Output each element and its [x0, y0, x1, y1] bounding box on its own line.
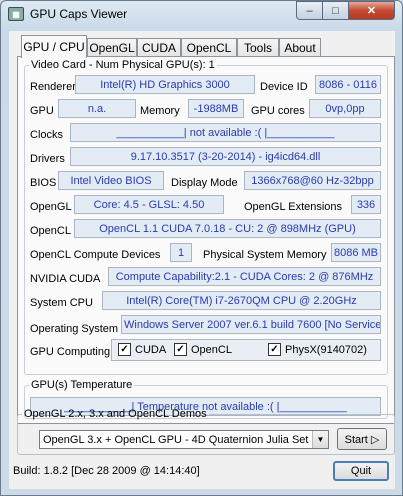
bios-value: Intel Video BIOS — [58, 171, 164, 190]
physx-check-icon: ✓ — [268, 343, 281, 356]
opencl-checkbox-label: OpenCL — [191, 343, 232, 356]
tab-tools[interactable]: Tools — [237, 38, 279, 57]
demos-legend: OpenGL 2.x, 3.x and OpenCL Demos — [24, 408, 207, 420]
physical-memory-label: Physical System Memory — [203, 249, 327, 261]
app-window: ▦ GPU Caps Viewer ‒ □ ✕ GPU / CPU OpenGL… — [0, 0, 403, 496]
memory-label: Memory — [140, 105, 180, 117]
tab-opengl[interactable]: OpenGL — [87, 38, 137, 57]
gpu-computing-label: GPU Computing — [30, 346, 111, 358]
opengl-extensions-label: OpenGL Extensions — [244, 201, 343, 213]
cuda-check-icon: ✓ — [118, 343, 131, 356]
dropdown-arrow-icon[interactable]: ▼ — [312, 431, 328, 448]
renderer-label: Renderer — [30, 81, 76, 93]
renderer-value: Intel(R) HD Graphics 3000 — [75, 75, 255, 94]
cpu-label: System CPU — [30, 297, 93, 309]
window-title: GPU Caps Viewer — [30, 7, 128, 21]
tab-about[interactable]: About — [279, 38, 321, 57]
display-mode-value: 1366x768@60 Hz-32bpp — [244, 171, 381, 190]
temperature-legend: GPU(s) Temperature — [31, 379, 133, 391]
opengl-label: OpenGL — [30, 201, 72, 213]
build-info: Build: 1.8.2 [Dec 28 2009 @ 14:14:40] — [13, 465, 200, 477]
gpu-value: n.a. — [58, 99, 136, 118]
drivers-label: Drivers — [30, 153, 65, 165]
gpu-cores-label: GPU cores — [251, 105, 305, 117]
os-label: Operating System — [30, 323, 119, 335]
title-bar[interactable]: ▦ GPU Caps Viewer ‒ □ ✕ — [1, 1, 402, 27]
opencl-devices-value: 1 — [170, 243, 192, 262]
os-value: Windows Server 2007 ver.6.1 build 7600 [… — [121, 315, 381, 334]
minimize-button[interactable]: ‒ — [296, 1, 323, 20]
physical-memory-value: 8086 MB — [331, 243, 381, 262]
tab-cuda[interactable]: CUDA — [137, 38, 181, 57]
device-id-value: 8086 - 0116 — [315, 75, 381, 94]
cuda-checkbox[interactable]: ✓ CUDA — [118, 343, 166, 356]
opencl-check-icon: ✓ — [174, 343, 187, 356]
opencl-devices-label: OpenCL Compute Devices — [30, 249, 161, 261]
gpu-label: GPU — [30, 105, 54, 117]
client-area: GPU / CPU OpenGL CUDA OpenCL Tools About… — [9, 31, 395, 489]
physx-checkbox[interactable]: ✓ PhysX(9140702) — [268, 343, 367, 356]
display-mode-label: Display Mode — [171, 177, 238, 189]
opencl-label: OpenCL — [30, 225, 71, 237]
demo-select[interactable]: OpenGL 3.x + OpenCL GPU - 4D Quaternion … — [39, 430, 329, 449]
demo-select-value: OpenGL 3.x + OpenCL GPU - 4D Quaternion … — [43, 433, 309, 446]
maximize-button[interactable]: □ — [322, 1, 349, 20]
video-card-legend: Video Card - Num Physical GPU(s): 1 — [31, 59, 215, 71]
close-button[interactable]: ✕ — [348, 1, 395, 20]
bios-label: BIOS — [30, 177, 57, 189]
clocks-label: Clocks — [30, 129, 64, 141]
gpu-cores-value: 0vp,0pp — [309, 99, 381, 118]
gpu-cpu-panel: Video Card - Num Physical GPU(s): 1 Rend… — [17, 56, 395, 424]
quit-button[interactable]: Quit — [333, 461, 389, 481]
tab-opencl[interactable]: OpenCL — [181, 38, 237, 57]
opengl-extensions-value: 336 — [351, 195, 381, 214]
device-id-label: Device ID — [260, 81, 308, 93]
cuda-label: NVIDIA CUDA — [30, 273, 101, 285]
physx-checkbox-label: PhysX(9140702) — [285, 343, 367, 356]
gpu-app-icon: ▦ — [8, 7, 24, 21]
tab-gpu-cpu[interactable]: GPU / CPU — [21, 35, 87, 58]
opengl-value: Core: 4.5 - GLSL: 4.50 — [74, 195, 224, 214]
drivers-value: 9.17.10.3517 (3-20-2014) - ig4icd64.dll — [70, 147, 381, 166]
start-button[interactable]: Start ▷ — [337, 428, 387, 450]
clocks-value: ___________| not available :( |_________… — [70, 123, 381, 142]
cuda-value: Compute Capability:2.1 - CUDA Cores: 2 @… — [108, 267, 381, 286]
opencl-value: OpenCL 1.1 CUDA 7.0.18 - CU: 2 @ 898MHz … — [74, 219, 381, 238]
cuda-checkbox-label: CUDA — [135, 343, 167, 356]
cpu-value: Intel(R) Core(TM) i7-2670QM CPU @ 2.20GH… — [102, 291, 381, 310]
opencl-checkbox[interactable]: ✓ OpenCL — [174, 343, 232, 356]
memory-value: -1988MB — [188, 99, 244, 118]
